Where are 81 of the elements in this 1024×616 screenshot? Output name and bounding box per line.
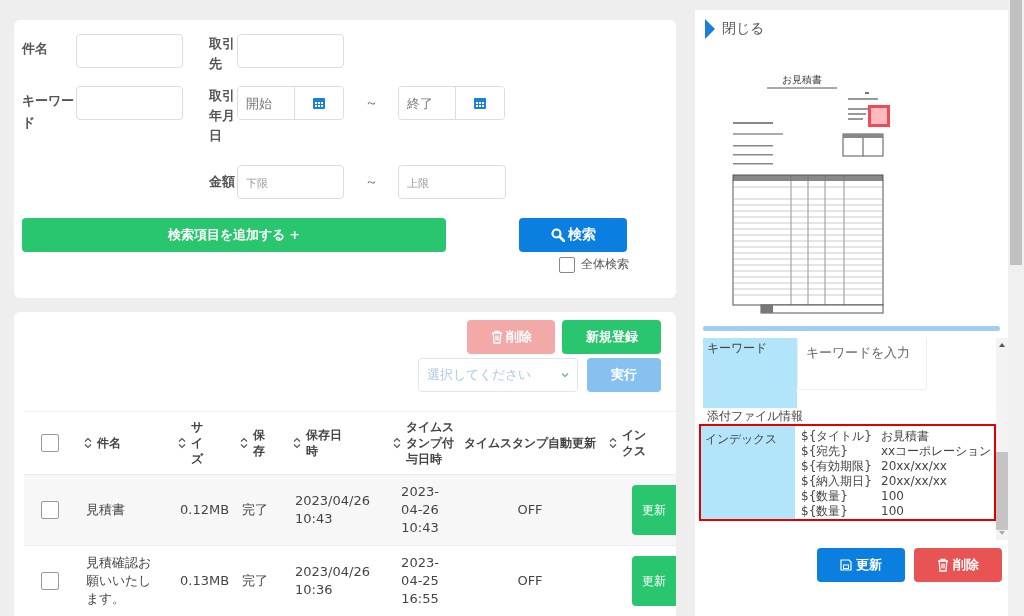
save-icon	[840, 559, 852, 571]
sort-icon[interactable]	[84, 437, 92, 449]
start-date-field[interactable]: 開始	[237, 86, 344, 120]
column-header: タイムスタンプ付与日時	[406, 419, 455, 467]
keyword-input[interactable]	[76, 86, 183, 120]
table-cell: 0.13MB	[180, 573, 230, 588]
full-search-label: 全体検索	[581, 256, 629, 273]
chevron-down-icon	[561, 372, 569, 378]
index-key: ${数量}	[801, 504, 881, 519]
table-cell-text: 見積書	[86, 501, 126, 519]
table-cell: 2023/04/26 10:36	[295, 564, 370, 597]
min-amount-input[interactable]: 下限	[237, 165, 344, 199]
table-cell: 2023/04/26 10:43	[295, 493, 370, 526]
index-key: ${タイトル}	[801, 429, 881, 444]
date-label: 取引年月日	[209, 87, 236, 145]
update-button[interactable]: 更新	[632, 556, 676, 606]
trash-icon	[937, 558, 949, 572]
table-cell: OFF	[517, 502, 543, 517]
update-button[interactable]: 更新	[632, 485, 676, 535]
scroll-up-icon[interactable]	[998, 342, 1006, 348]
keyword-label: キーワード	[22, 92, 75, 132]
table-cell-text: 2023-04-25 16:55	[400, 554, 440, 608]
keyword-label: キーワード	[703, 338, 797, 408]
index-value: 20xx/xx/xx	[881, 459, 948, 474]
row-checkbox[interactable]	[41, 572, 59, 590]
index-value: xxコーポレーション	[881, 444, 992, 459]
index-key: ${納入期日}	[801, 474, 881, 489]
keyword-textarea[interactable]: キーワードを入力	[797, 338, 927, 390]
triangle-icon	[705, 19, 715, 39]
column-header: インクス	[622, 427, 647, 459]
range-separator: ～	[364, 173, 378, 191]
index-key: ${数量}	[801, 489, 881, 504]
sort-icon[interactable]	[240, 437, 248, 449]
table-cell-text: 見積確認お願いいたします。	[86, 554, 152, 608]
sort-icon[interactable]	[293, 437, 301, 449]
table-cell: 0.12MB	[180, 502, 230, 517]
table-cell: 完了	[242, 502, 268, 517]
subject-label: 件名	[22, 40, 49, 58]
column-header: 保存	[253, 427, 266, 459]
scrollbar[interactable]	[996, 338, 1008, 540]
full-search-checkbox[interactable]	[559, 256, 575, 273]
action-select[interactable]: 選択してください	[418, 358, 578, 392]
delete-button[interactable]: 削除	[914, 548, 1002, 582]
partner-label: 取引先	[209, 35, 236, 73]
amount-label: 金額	[209, 173, 236, 191]
trash-icon	[490, 330, 503, 344]
column-header: 保存日時	[306, 427, 343, 459]
sort-icon[interactable]	[393, 437, 401, 449]
index-label: インデックス	[701, 426, 795, 519]
search-icon	[550, 228, 565, 242]
update-button[interactable]: 更新	[817, 548, 905, 582]
calendar-icon	[313, 97, 325, 109]
sort-icon[interactable]	[609, 437, 617, 449]
index-value: 20xx/xx/xx	[881, 474, 948, 489]
end-date-field[interactable]: 終了	[398, 86, 505, 120]
index-value: 100	[881, 489, 905, 504]
document-title: お見積書	[782, 74, 822, 85]
partner-input[interactable]	[237, 34, 344, 68]
table-cell: OFF	[517, 573, 543, 588]
horizontal-scrollbar[interactable]	[703, 326, 1000, 331]
calendar-icon	[474, 97, 486, 109]
index-key: ${宛先}	[801, 444, 881, 459]
index-value: お見積書	[881, 429, 930, 444]
range-separator: ～	[364, 94, 378, 112]
select-all-checkbox[interactable]	[41, 434, 59, 452]
column-header: 件名	[97, 435, 121, 451]
index-value: 100	[881, 504, 905, 519]
add-search-field-button[interactable]: 検索項目を追加する +	[22, 218, 446, 252]
sort-icon[interactable]	[178, 437, 186, 449]
new-button[interactable]: 新規登録	[562, 320, 661, 354]
max-amount-input[interactable]: 上限	[398, 165, 506, 199]
column-header: サイズ	[191, 419, 205, 467]
search-button[interactable]: 検索	[519, 218, 627, 252]
index-key: ${有効期限}	[801, 459, 881, 474]
table-cell-text: 2023-04-26 10:43	[400, 483, 440, 537]
close-link[interactable]: 閉じる	[722, 20, 764, 38]
table-cell: 完了	[242, 573, 268, 588]
subject-input[interactable]	[76, 34, 183, 68]
attachment-info-label: 添付ファイル情報	[706, 407, 803, 425]
row-checkbox[interactable]	[41, 501, 59, 519]
column-header: タイムスタンプ自動更新	[464, 435, 596, 451]
